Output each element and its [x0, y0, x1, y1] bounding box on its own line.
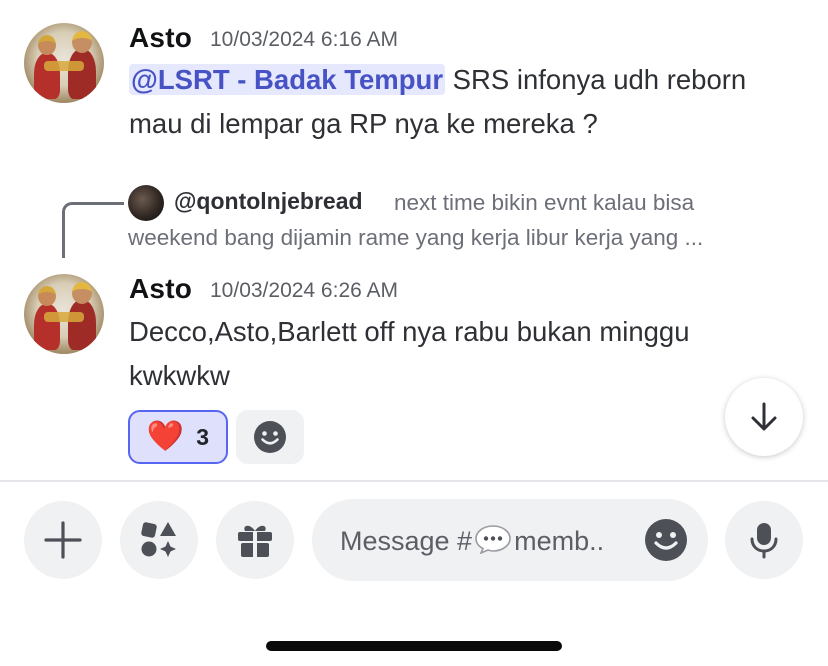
- arrow-down-icon: [751, 402, 777, 431]
- reply-username[interactable]: @qontolnjebread: [174, 188, 363, 215]
- speech-bubble-icon: [475, 525, 511, 554]
- gift-button[interactable]: [216, 501, 294, 579]
- message-line: Decco,Asto,Barlett off nya rabu bukan mi…: [129, 316, 690, 347]
- avatar[interactable]: [24, 23, 104, 103]
- timestamp: 10/03/2024 6:16 AM: [210, 28, 398, 51]
- user-mention[interactable]: @LSRT - Badak Tempur: [129, 64, 446, 95]
- voice-message-button[interactable]: [725, 501, 803, 579]
- message-text-rest: SRS infonya udh reborn: [445, 64, 747, 95]
- message-line: kwkwkw: [129, 360, 230, 391]
- avatar[interactable]: [24, 274, 104, 354]
- microphone-icon: [750, 523, 778, 559]
- message-line: @LSRT - Badak Tempur SRS infonya udh reb…: [129, 58, 809, 102]
- message-input[interactable]: Message # memb..: [312, 499, 708, 581]
- author-name[interactable]: Asto: [129, 22, 192, 54]
- placeholder-text: Message #: [340, 526, 473, 556]
- home-indicator[interactable]: [266, 641, 562, 651]
- reply-avatar[interactable]: [128, 185, 164, 221]
- plus-icon: [44, 521, 82, 559]
- avatar-figure: [68, 300, 96, 350]
- avatar-figure: [34, 53, 60, 99]
- avatar-figure: [72, 282, 92, 304]
- author-name[interactable]: Asto: [129, 273, 192, 305]
- avatar-figure: [38, 286, 56, 306]
- avatar-figure: [38, 35, 56, 55]
- emoji-picker-icon[interactable]: [644, 518, 688, 562]
- avatar-figure: [72, 31, 92, 53]
- apps-icon: [141, 522, 176, 557]
- reply-connector: [62, 202, 124, 258]
- avatar-figure: [34, 304, 60, 350]
- timestamp: 10/03/2024 6:26 AM: [210, 279, 398, 302]
- message-line: mau di lempar ga RP nya ke mereka ?: [129, 108, 598, 139]
- scroll-to-bottom-button[interactable]: [725, 378, 803, 456]
- avatar-figure: [44, 312, 84, 322]
- message-text: Decco,Asto,Barlett off nya rabu bukan mi…: [129, 310, 809, 398]
- reaction-count: 3: [196, 423, 210, 450]
- message-text: @LSRT - Badak Tempur SRS infonya udh reb…: [129, 58, 809, 146]
- gift-icon: [238, 525, 272, 557]
- heart-icon: ❤️: [146, 420, 185, 453]
- add-reaction-button[interactable]: [236, 410, 304, 464]
- reaction-heart[interactable]: ❤️ 3: [128, 410, 228, 464]
- avatar-figure: [44, 61, 84, 71]
- divider: [0, 480, 828, 482]
- message-1[interactable]: Asto 10/03/2024 6:16 AM @LSRT - Badak Te…: [0, 0, 828, 150]
- apps-button[interactable]: [120, 501, 198, 579]
- placeholder-text: memb..: [514, 526, 605, 556]
- message-placeholder: Message # memb..: [340, 524, 604, 557]
- reply-text[interactable]: weekend bang dijamin rame yang kerja lib…: [128, 225, 703, 251]
- reply-text[interactable]: next time bikin evnt kalau bisa: [394, 190, 694, 216]
- message-2[interactable]: Asto 10/03/2024 6:26 AM Decco,Asto,Barle…: [0, 260, 828, 470]
- add-attachment-button[interactable]: [24, 501, 102, 579]
- avatar-figure: [68, 49, 96, 99]
- smiley-icon: [254, 421, 286, 453]
